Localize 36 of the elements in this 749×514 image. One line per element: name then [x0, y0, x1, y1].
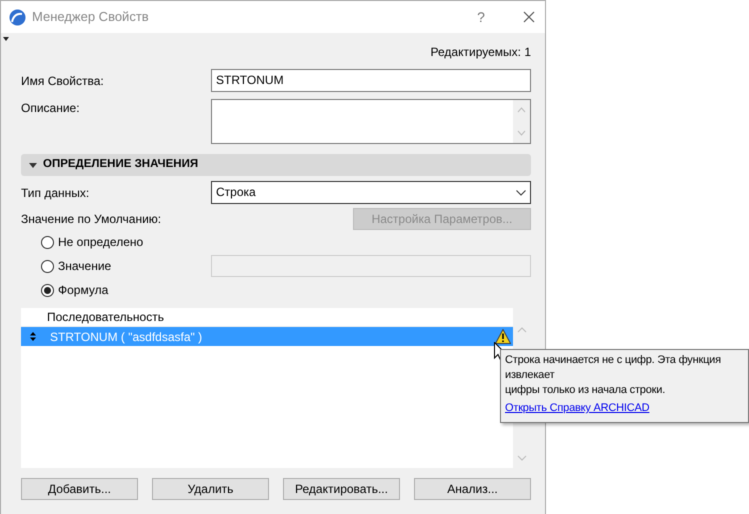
formula-text: STRTONUM ( "asdfdsasfa" ): [50, 328, 204, 346]
scrollbar-icon[interactable]: [513, 100, 530, 143]
radio-label[interactable]: Не определено: [58, 233, 144, 251]
name-field[interactable]: STRTONUM: [211, 69, 531, 92]
radio-button[interactable]: [41, 236, 54, 248]
radio-button[interactable]: [41, 284, 54, 296]
column-header: Последовательность: [46, 309, 165, 326]
dropdown-arrow-icon[interactable]: [3, 37, 9, 41]
reorder-icon[interactable]: [30, 332, 36, 341]
data-type-dropdown[interactable]: Строка: [211, 181, 531, 204]
chevron-down-icon: [516, 190, 526, 196]
dialog-button[interactable]: Удалить: [152, 478, 269, 500]
radio-button[interactable]: [41, 260, 54, 272]
editable-count: Редактируемых: 1: [430, 44, 531, 61]
section-header[interactable]: ОПРЕДЕЛЕНИЕ ЗНАЧЕНИЯ: [21, 154, 531, 176]
app-logo-icon: [9, 8, 26, 26]
dialog-button[interactable]: Анализ...: [414, 478, 531, 500]
tooltip-text: Строка начинается не с цифр. Эта функция извлекает цифры только из начала строки.: [505, 353, 722, 398]
dropdown-value: Строка: [216, 184, 256, 201]
window-title: Менеджер Свойств: [32, 8, 150, 26]
section-title: ОПРЕДЕЛЕНИЕ ЗНАЧЕНИЯ: [43, 157, 198, 172]
radio-label[interactable]: Формула: [58, 281, 108, 299]
radio-label[interactable]: Значение: [58, 257, 112, 275]
description-field[interactable]: [211, 99, 531, 144]
field-label: Описание:: [21, 100, 81, 117]
value-field[interactable]: [211, 255, 531, 277]
warning-icon[interactable]: [495, 329, 511, 344]
field-label: Имя Свойства:: [21, 72, 105, 90]
help-link[interactable]: Открыть Справку ARCHICAD: [505, 401, 650, 416]
dialog-button[interactable]: Редактировать...: [283, 478, 400, 500]
field-label: Тип данных:: [21, 184, 90, 202]
field-label: Значение по Умолчанию:: [21, 211, 162, 228]
close-icon[interactable]: [523, 11, 535, 23]
collapse-icon[interactable]: [29, 162, 37, 168]
dialog-button[interactable]: Добавить...: [21, 478, 138, 500]
help-button[interactable]: ?: [469, 6, 493, 28]
